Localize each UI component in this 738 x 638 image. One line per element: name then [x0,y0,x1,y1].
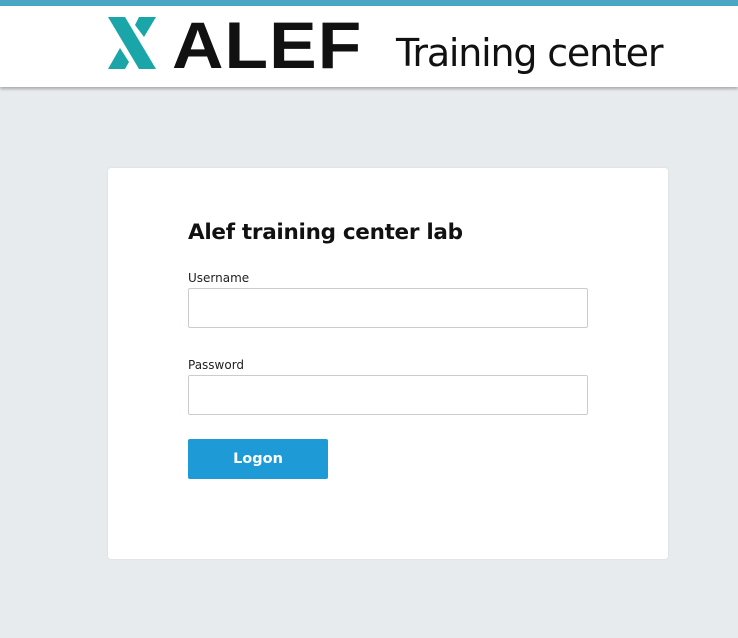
site-subtitle: Training center [396,31,663,75]
username-input[interactable] [188,288,588,328]
site-header: ALEF Training center [0,6,738,87]
login-card: Alef training center lab Username Passwo… [108,168,668,559]
password-input[interactable] [188,375,588,415]
alef-x-logo-icon [108,17,156,69]
logon-button[interactable]: Logon [188,439,328,479]
username-label: Username [188,271,250,285]
password-label: Password [188,358,245,372]
login-title: Alef training center lab [188,220,463,245]
brand-wordmark: ALEF [172,8,363,82]
